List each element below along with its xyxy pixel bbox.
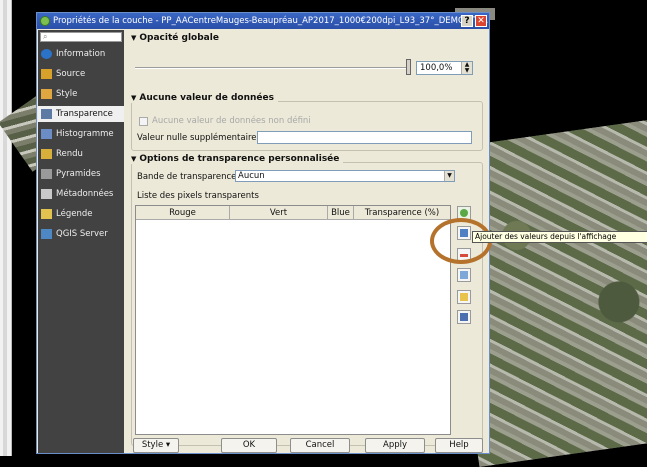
opacity-spinbox[interactable]: 100,0% ▲ ▼ <box>416 61 473 75</box>
tooltip: Ajouter des valeurs depuis l'affichage <box>472 231 647 243</box>
transparent-pixels-table[interactable]: Rouge Vert Blue Transparence (%) <box>135 205 451 435</box>
metadata-icon <box>41 189 52 199</box>
section-nodata[interactable]: ▼ Aucune valeur de données <box>131 93 278 103</box>
ok-button[interactable]: OK <box>221 438 277 453</box>
band-label: Bande de transparence <box>137 172 237 182</box>
extra-nodata-input[interactable] <box>257 131 472 144</box>
sidebar-item-label: Rendu <box>56 149 83 159</box>
band-value: Aucun <box>238 171 265 181</box>
sidebar-item-transparence[interactable]: Transparence <box>38 106 124 122</box>
transparency-band-select[interactable]: Aucun ▼ <box>235 170 455 182</box>
pyramids-icon <box>41 169 52 179</box>
column-header-transparency[interactable]: Transparence (%) <box>354 206 450 220</box>
list-icon <box>460 271 468 279</box>
style-button-label: Style <box>141 440 164 450</box>
dialog-button-bar: Style ▾ OK Cancel Apply Help <box>125 438 489 453</box>
search-icon: ⌕ <box>43 32 48 41</box>
collapse-triangle-icon: ▼ <box>131 155 137 163</box>
transparency-icon <box>41 109 52 119</box>
render-icon <box>41 149 52 159</box>
legend-icon <box>41 209 52 219</box>
opacity-value: 100,0% <box>420 63 453 73</box>
desktop-background: Propriétés de la couche - PP_AACentreMau… <box>0 0 647 467</box>
close-button[interactable]: ✕ <box>475 15 487 27</box>
collapse-triangle-icon: ▼ <box>131 94 137 102</box>
table-header: Rouge Vert Blue Transparence (%) <box>136 206 450 220</box>
sidebar-item-label: Légende <box>56 209 93 219</box>
opacity-slider-track[interactable] <box>135 67 407 69</box>
sidebar-item-pyramides[interactable]: Pyramides <box>38 166 124 182</box>
sidebar-item-qgis-server[interactable]: QGIS Server <box>38 226 124 242</box>
histogram-icon <box>41 129 52 139</box>
source-icon <box>41 69 52 79</box>
folder-icon <box>460 293 468 301</box>
export-file-button[interactable] <box>457 310 471 324</box>
import-file-button[interactable] <box>457 290 471 304</box>
chevron-down-icon: ▼ <box>444 171 454 181</box>
info-icon <box>41 49 52 59</box>
sidebar-item-l-gende[interactable]: Légende <box>38 206 124 222</box>
left-scrollbar[interactable] <box>3 0 7 456</box>
opacity-slider-handle[interactable] <box>406 59 411 75</box>
sidebar-item-label: QGIS Server <box>56 229 108 239</box>
sidebar-item-source[interactable]: Source <box>38 66 124 82</box>
sidebar-item-label: Transparence <box>56 109 113 119</box>
layer-properties-dialog: Propriétés de la couche - PP_AACentreMau… <box>36 12 490 454</box>
collapse-triangle-icon: ▼ <box>131 34 137 42</box>
section-nodata-title: Aucune valeur de données <box>139 93 274 103</box>
plus-icon <box>460 209 468 217</box>
sidebar-item-m-tadonn-es[interactable]: Métadonnées <box>38 186 124 202</box>
sidebar-item-histogramme[interactable]: Histogramme <box>38 126 124 142</box>
sidebar-search-input[interactable]: ⌕ <box>40 32 122 42</box>
sidebar-item-label: Histogramme <box>56 129 114 139</box>
style-menu-button[interactable]: Style ▾ <box>133 438 179 453</box>
chevron-down-icon: ▾ <box>165 440 171 450</box>
qgis-server-icon <box>41 229 52 239</box>
sidebar-item-label: Métadonnées <box>56 189 114 199</box>
nodata-checkbox-label: Aucune valeur de données non défini <box>152 116 311 126</box>
save-icon <box>460 313 468 321</box>
sidebar-item-information[interactable]: Information <box>38 46 124 62</box>
dialog-titlebar[interactable]: Propriétés de la couche - PP_AACentreMau… <box>37 13 489 29</box>
section-opacity[interactable]: ▼ Opacité globale <box>131 33 219 43</box>
extra-nodata-label: Valeur nulle supplémentaire <box>137 133 257 143</box>
nodata-checkbox[interactable] <box>139 117 148 126</box>
sidebar-item-style[interactable]: Style <box>38 86 124 102</box>
section-opacity-title: Opacité globale <box>139 33 219 43</box>
sidebar: ⌕ Information Source Style Transparence Hist… <box>38 30 124 453</box>
style-icon <box>41 89 52 99</box>
column-header-green[interactable]: Vert <box>230 206 328 220</box>
section-custom-title: Options de transparence personnalisée <box>139 154 340 164</box>
sidebar-item-label: Pyramides <box>56 169 101 179</box>
left-panel-strip <box>0 0 12 456</box>
sidebar-item-label: Source <box>56 69 86 79</box>
default-values-button[interactable] <box>457 268 471 282</box>
spin-arrows-icon[interactable]: ▲ ▼ <box>461 62 472 74</box>
help-titlebar-button[interactable]: ? <box>461 15 473 27</box>
column-header-red[interactable]: Rouge <box>136 206 230 220</box>
sidebar-item-rendu[interactable]: Rendu <box>38 146 124 162</box>
dialog-title: Propriétés de la couche - PP_AACentreMau… <box>53 16 489 26</box>
column-header-blue[interactable]: Blue <box>328 206 354 220</box>
cancel-button[interactable]: Cancel <box>290 438 350 453</box>
help-button[interactable]: Help <box>435 438 483 453</box>
pixel-list-label: Liste des pixels transparents <box>137 191 259 201</box>
apply-button[interactable]: Apply <box>365 438 425 453</box>
sidebar-item-label: Style <box>56 89 78 99</box>
qgis-icon <box>40 16 50 26</box>
sidebar-item-label: Information <box>56 49 106 59</box>
section-custom-transparency[interactable]: ▼ Options de transparence personnalisée <box>131 154 344 164</box>
